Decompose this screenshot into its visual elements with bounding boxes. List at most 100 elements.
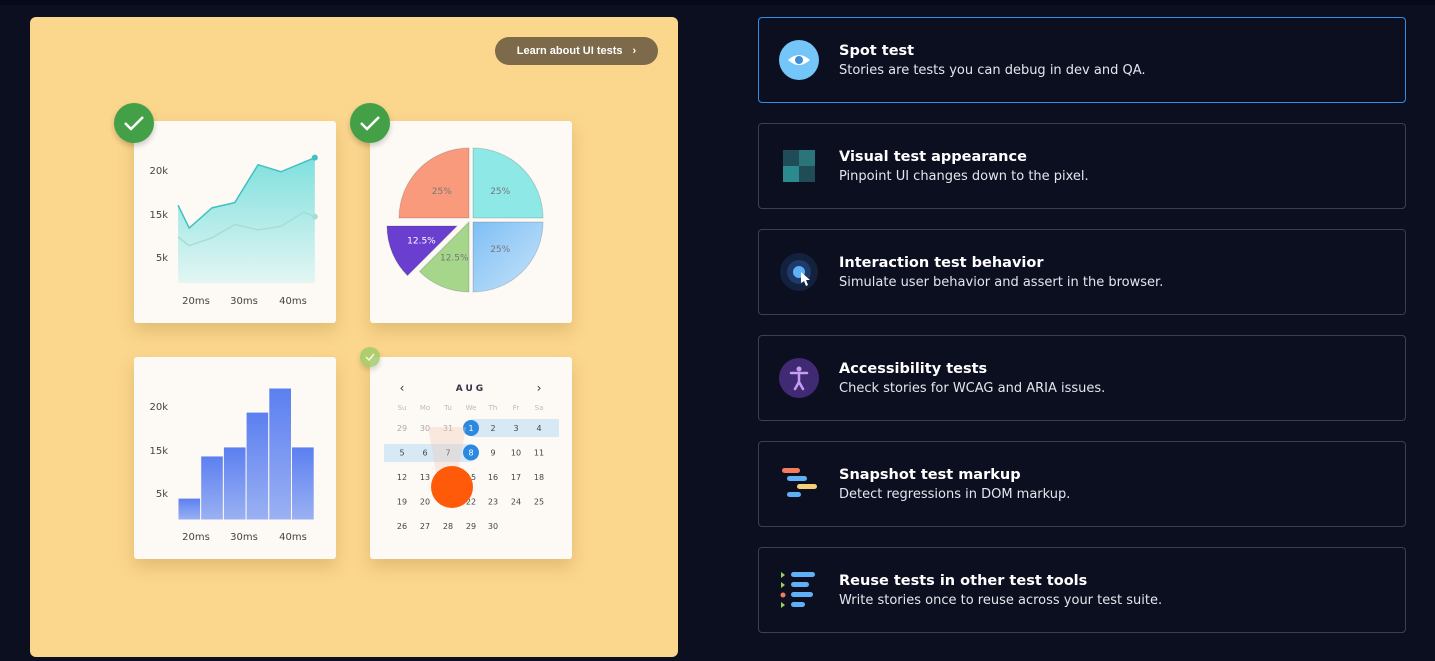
y-tick-label: 20k — [149, 166, 168, 177]
x-tick-label: 40ms — [279, 296, 307, 307]
feature-text: Snapshot test markup Detect regressions i… — [839, 467, 1070, 502]
pie-chart-card: 25% 25% 25% 12.5% 12.5% — [370, 121, 572, 323]
eye-icon — [779, 40, 819, 80]
calendar-day: 1 — [468, 424, 473, 433]
weekday-label: Fr — [513, 404, 520, 412]
feature-card-reuse-tests-in-other-test-tools[interactable]: Reuse tests in other test tools Write sto… — [758, 547, 1406, 633]
calendar-day: 9 — [490, 449, 495, 458]
feature-card-interaction-test-behavior[interactable]: Interaction test behavior Simulate user b… — [758, 229, 1406, 315]
chevron-right-icon: › — [632, 45, 637, 57]
top-bar — [0, 0, 1435, 5]
weekday-label: Su — [398, 404, 407, 412]
calendar-day: 20 — [420, 498, 430, 507]
touch-indicator — [431, 466, 473, 508]
x-tick-label: 30ms — [230, 532, 258, 543]
month-label: AUG — [456, 384, 486, 394]
x-tick-label: 20ms — [182, 532, 210, 543]
weekday-label: Mo — [420, 404, 430, 412]
pie-slice-label: 12.5% — [407, 237, 436, 247]
bar — [291, 446, 315, 521]
y-tick-label: 5k — [156, 253, 168, 264]
x-tick-label: 30ms — [230, 296, 258, 307]
prev-month-icon: ‹ — [400, 381, 405, 395]
calendar-day: 5 — [399, 449, 404, 458]
y-tick-label: 5k — [156, 489, 168, 500]
weekday-label: Th — [488, 404, 498, 412]
feature-card-accessibility-tests[interactable]: Accessibility tests Check stories for WCA… — [758, 335, 1406, 421]
line-chart: 20k 15k 5k 20ms 30ms 40ms — [149, 154, 318, 307]
calendar-day: 12 — [397, 473, 407, 482]
calendar-day: 17 — [511, 473, 521, 482]
pie-slice — [472, 147, 544, 219]
feature-title: Visual test appearance — [839, 148, 1027, 165]
feature-description: Stories are tests you can debug in dev a… — [839, 62, 1146, 78]
weekday-label: Sa — [535, 404, 544, 412]
feature-title: Snapshot test markup — [839, 466, 1021, 483]
weekday-label: We — [466, 404, 477, 412]
bar — [268, 387, 293, 521]
bar — [200, 455, 224, 521]
calendar-day: 13 — [420, 473, 430, 482]
feature-description: Write stories once to reuse across your … — [839, 592, 1163, 608]
feature-description: Check stories for WCAG and ARIA issues. — [839, 380, 1106, 396]
feature-title: Interaction test behavior — [839, 254, 1044, 271]
feature-card-snapshot-test-markup[interactable]: Snapshot test markup Detect regressions i… — [758, 441, 1406, 527]
calendar-day: 16 — [488, 473, 498, 482]
next-month-icon: › — [537, 381, 542, 395]
feature-text: Accessibility tests Check stories for WCA… — [839, 361, 1105, 396]
feature-text: Spot test Stories are tests you can debug… — [839, 43, 1146, 78]
calendar-day: 10 — [511, 449, 521, 458]
calendar-day: 29 — [466, 522, 476, 531]
check-icon — [350, 103, 390, 143]
feature-text: Reuse tests in other test tools Write sto… — [839, 573, 1162, 608]
check-icon — [114, 103, 154, 143]
y-tick-label: 20k — [149, 402, 168, 413]
x-tick-label: 20ms — [182, 296, 210, 307]
bar — [222, 446, 247, 521]
bar — [245, 411, 270, 521]
calendar-day: 19 — [397, 498, 407, 507]
feature-card-visual-test-appearance[interactable]: Visual test appearance Pinpoint UI change… — [758, 123, 1406, 209]
calendar-card: ‹›AUGSuMoTuWeThFrSa293031123456789101112… — [370, 357, 572, 559]
calendar-day: 4 — [536, 424, 541, 433]
weekday-label: Tu — [443, 404, 452, 412]
feature-title: Accessibility tests — [839, 360, 988, 377]
feature-card-spot-test[interactable]: Spot test Stories are tests you can debug… — [758, 17, 1406, 103]
feature-title: Spot test — [839, 42, 915, 59]
bar-chart-card: 20k 15k 5k 20ms 30ms 40ms — [134, 357, 336, 559]
ui-tests-illustration: Learn about UI tests › 20k 15k 5k 20ms 30ms 4… — [30, 17, 678, 657]
check-icon — [360, 347, 380, 367]
bar-chart: 20k 15k 5k 20ms 30ms 40ms — [149, 387, 315, 543]
feature-description: Simulate user behavior and assert in the… — [839, 274, 1164, 290]
calendar-day: 8 — [468, 449, 473, 458]
calendar-day: 26 — [397, 522, 407, 531]
calendar-day: 27 — [420, 522, 430, 531]
series-end-point — [311, 213, 318, 220]
touch-trail — [428, 427, 466, 472]
calendar-day: 3 — [513, 424, 518, 433]
pie-slice — [472, 221, 544, 293]
calendar-day: 30 — [488, 522, 498, 531]
y-tick-label: 15k — [149, 210, 168, 221]
calendar-day: 6 — [422, 449, 427, 458]
calendar-day: 2 — [490, 424, 495, 433]
feature-title: Reuse tests in other test tools — [839, 572, 1088, 589]
learn-button-label: Learn about UI tests — [516, 45, 623, 57]
pie-slice — [398, 147, 470, 219]
pie-chart: 25% 25% 25% 12.5% 12.5% — [386, 147, 544, 293]
line-chart-card: 20k 15k 5k 20ms 30ms 40ms — [134, 121, 336, 323]
feature-text: Visual test appearance Pinpoint UI change… — [839, 149, 1089, 184]
list-reuse-icon — [779, 570, 819, 610]
calendar-day: 18 — [534, 473, 544, 482]
feature-description: Detect regressions in DOM markup. — [839, 486, 1071, 502]
visual-grid-icon — [779, 146, 819, 186]
calendar: ‹›AUGSuMoTuWeThFrSa293031123456789101112… — [384, 381, 559, 531]
learn-about-ui-tests-button[interactable]: Learn about UI tests › — [495, 37, 658, 65]
pie-slice-label: 25% — [490, 245, 510, 255]
calendar-day: 25 — [534, 498, 544, 507]
x-tick-label: 40ms — [279, 532, 307, 543]
series-end-point — [311, 154, 318, 161]
cursor-click-icon — [779, 252, 819, 292]
y-tick-label: 15k — [149, 446, 168, 457]
calendar-day: 28 — [443, 522, 453, 531]
